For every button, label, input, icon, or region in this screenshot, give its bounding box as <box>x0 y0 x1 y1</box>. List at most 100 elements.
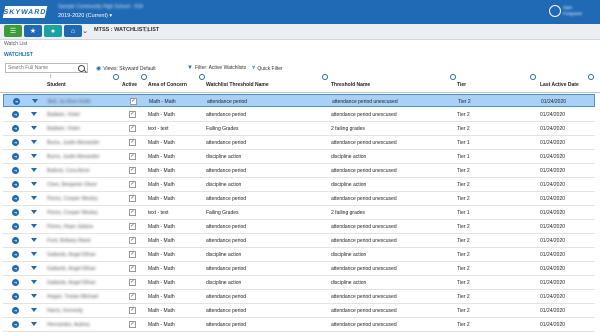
open-record-icon[interactable]: ➜ <box>12 293 19 300</box>
table-row[interactable]: ➜ Flores, Cooper Wesley ✓ Math - Math attend… <box>3 192 595 206</box>
column-menu-icon[interactable] <box>322 74 328 80</box>
open-record-icon[interactable]: ➜ <box>12 237 19 244</box>
row-menu-icon[interactable] <box>31 252 37 256</box>
active-checkbox[interactable]: ✓ <box>129 279 136 286</box>
open-record-icon[interactable]: ➜ <box>12 279 19 286</box>
row-menu-icon[interactable] <box>31 168 37 172</box>
student-name[interactable]: Gallardo, Angel Ethan <box>47 252 96 258</box>
circle-icon[interactable]: ● <box>44 25 62 37</box>
table-row[interactable]: ➜ Burns, Justin Alexander ✓ Math - Math atte… <box>3 136 595 150</box>
row-menu-icon[interactable] <box>31 266 37 270</box>
open-record-icon[interactable]: ➜ <box>12 223 19 230</box>
table-row[interactable]: ➜ Gallardo, Angel Ethan ✓ Math - Math attend… <box>3 262 595 276</box>
table-row[interactable]: ➜ Burns, Justin Alexander ✓ Math - Math disc… <box>3 150 595 164</box>
column-header-watchlist-threshold[interactable]: Watchlist Threshold Name <box>206 82 269 88</box>
open-record-icon[interactable]: ➜ <box>12 139 19 146</box>
student-name[interactable]: Gallardo, Angel Ethan <box>47 280 96 286</box>
favorites-star-icon[interactable]: ★ <box>24 25 42 37</box>
active-checkbox[interactable]: ✓ <box>129 223 136 230</box>
active-checkbox[interactable]: ✓ <box>129 181 136 188</box>
student-name[interactable]: Harris, Kennedy <box>47 308 83 314</box>
column-header-tier[interactable]: Tier <box>457 82 466 88</box>
filter-button[interactable]: ▼ Filter: Active Watchlists <box>187 65 246 71</box>
open-record-icon[interactable]: ➜ <box>12 167 19 174</box>
active-checkbox[interactable]: ✓ <box>129 111 136 118</box>
favorite-page-star-icon[interactable]: ☆ <box>143 25 150 34</box>
row-menu-icon[interactable] <box>32 99 38 103</box>
skyward-logo[interactable]: SKYWARD <box>2 6 48 18</box>
active-checkbox[interactable]: ✓ <box>129 125 136 132</box>
table-row[interactable]: ➜ Ford, Brittany Marie ✓ Math - Math attenda… <box>3 234 595 248</box>
open-record-icon[interactable]: ➜ <box>12 265 19 272</box>
column-header-student[interactable]: Student <box>47 82 66 88</box>
active-checkbox[interactable]: ✓ <box>129 167 136 174</box>
table-row[interactable]: ➜ Bullock, Cora Anne ✓ Math - Math attendanc… <box>3 164 595 178</box>
table-row[interactable]: ➜ Harris, Kennedy ✓ Math - Math attendance p… <box>3 304 595 318</box>
row-menu-icon[interactable] <box>31 238 37 242</box>
student-name[interactable]: Burns, Justin Alexander <box>47 140 100 146</box>
active-checkbox[interactable]: ✓ <box>129 265 136 272</box>
breadcrumb[interactable]: Watch List <box>4 41 27 47</box>
user-avatar-icon[interactable] <box>549 5 561 17</box>
column-menu-icon[interactable] <box>588 74 594 80</box>
column-header-last-active[interactable]: Last Active Date <box>540 82 579 88</box>
open-record-icon[interactable]: ➜ <box>12 307 19 314</box>
table-row[interactable]: ➜ Gallardo, Angel Ethan ✓ Math - Math discip… <box>3 248 595 262</box>
search-input[interactable] <box>6 64 78 72</box>
table-row[interactable]: ➜ Baldwin, Violet ✓ text - text Failing Grad… <box>3 122 595 136</box>
quick-filter-button[interactable]: ⩔ Quick Filter <box>252 65 283 72</box>
open-record-icon[interactable]: ➜ <box>12 181 19 188</box>
row-menu-icon[interactable] <box>31 210 37 214</box>
search-icon[interactable] <box>78 65 85 72</box>
column-menu-icon[interactable] <box>199 74 205 80</box>
column-header-area[interactable]: Area of Concern <box>148 82 187 88</box>
chevron-down-icon[interactable]: ⌄ <box>80 25 90 37</box>
active-checkbox[interactable]: ✓ <box>129 195 136 202</box>
table-row[interactable]: ➜ Flores, Hope Juliana ✓ Math - Math attenda… <box>3 220 595 234</box>
student-name[interactable]: Hogan, Tristan Michael <box>47 294 98 300</box>
row-menu-icon[interactable] <box>31 308 37 312</box>
row-menu-icon[interactable] <box>31 154 37 158</box>
table-row[interactable]: ➜ Bell, Ja-Shon Keith ✓ Math - Math attendan… <box>3 94 595 107</box>
student-name[interactable]: Gallardo, Angel Ethan <box>47 266 96 272</box>
student-name[interactable]: Flores, Cooper Wesley <box>47 210 98 216</box>
row-menu-icon[interactable] <box>31 196 37 200</box>
table-row[interactable]: ➜ Hernandez, Aubrey ✓ Math - Math attendance… <box>3 318 595 332</box>
row-menu-icon[interactable] <box>31 182 37 186</box>
open-record-icon[interactable]: ➜ <box>12 125 19 132</box>
column-menu-icon[interactable] <box>450 74 456 80</box>
active-checkbox[interactable]: ✓ <box>129 209 136 216</box>
active-checkbox[interactable]: ✓ <box>129 321 136 328</box>
column-menu-icon[interactable] <box>530 74 536 80</box>
active-checkbox[interactable]: ✓ <box>129 251 136 258</box>
row-menu-icon[interactable] <box>31 126 37 130</box>
row-menu-icon[interactable] <box>31 224 37 228</box>
student-name[interactable]: Flores, Hope Juliana <box>47 224 93 230</box>
student-name[interactable]: Bullock, Cora Anne <box>47 168 90 174</box>
column-header-active[interactable]: Active <box>122 82 137 88</box>
row-menu-icon[interactable] <box>31 322 37 326</box>
open-record-icon[interactable]: ➜ <box>12 251 19 258</box>
menu-icon[interactable]: ☰ <box>4 25 22 37</box>
row-menu-icon[interactable] <box>31 294 37 298</box>
student-name[interactable]: Ford, Brittany Marie <box>47 238 91 244</box>
school-year-selector[interactable]: 2019-2020 (Current) ▾ <box>58 13 112 19</box>
sort-ascending-icon[interactable]: ↑ <box>49 74 52 80</box>
student-name[interactable]: Flores, Cooper Wesley <box>47 196 98 202</box>
row-menu-icon[interactable] <box>31 280 37 284</box>
user-name[interactable]: Sam Ferguson <box>563 5 582 17</box>
active-checkbox[interactable]: ✓ <box>130 98 137 105</box>
active-checkbox[interactable]: ✓ <box>129 237 136 244</box>
views-button[interactable]: ◉ Views: Skyward Default <box>96 65 156 73</box>
open-record-icon[interactable]: ➜ <box>12 153 19 160</box>
table-row[interactable]: ➜ Hogan, Tristan Michael ✓ Math - Math atten… <box>3 290 595 304</box>
table-row[interactable]: ➜ Baldwin, Violet ✓ Math - Math attendance p… <box>3 108 595 122</box>
active-checkbox[interactable]: ✓ <box>129 307 136 314</box>
row-menu-icon[interactable] <box>31 140 37 144</box>
column-menu-icon[interactable] <box>141 74 147 80</box>
active-checkbox[interactable]: ✓ <box>129 153 136 160</box>
student-name[interactable]: Chen, Benjamin Oliver <box>47 182 97 188</box>
table-row[interactable]: ➜ Flores, Cooper Wesley ✓ text - text Failin… <box>3 206 595 220</box>
column-menu-icon[interactable] <box>113 74 119 80</box>
student-name[interactable]: Bell, Ja-Shon Keith <box>48 99 91 105</box>
